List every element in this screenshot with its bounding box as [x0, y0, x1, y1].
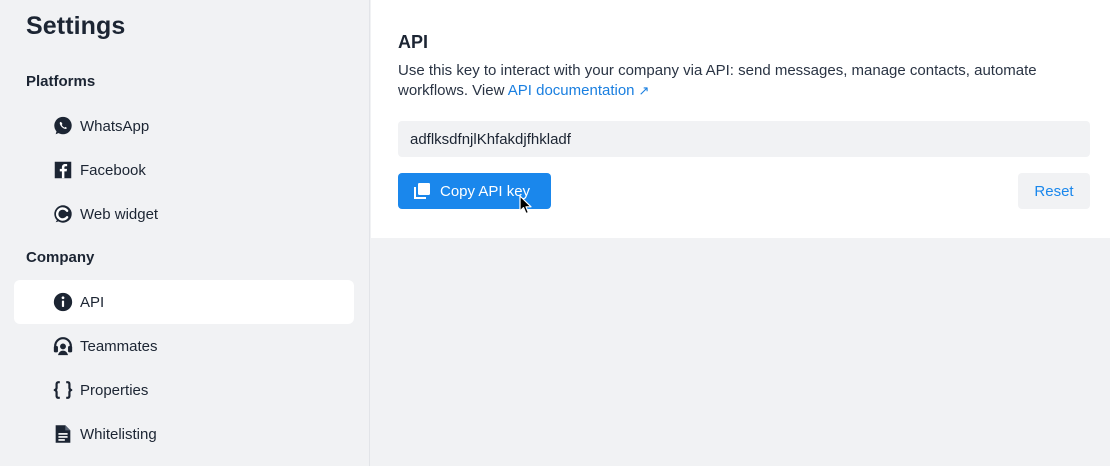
sidebar-item-properties[interactable]: Properties [14, 368, 354, 412]
api-description-text: Use this key to interact with your compa… [398, 62, 1037, 99]
sidebar-item-whitelisting[interactable]: Whitelisting [14, 412, 354, 456]
sidebar-item-facebook[interactable]: Facebook [14, 148, 354, 192]
braces-icon [52, 379, 74, 401]
sidebar-item-label: Web widget [80, 205, 159, 223]
sidebar-item-label: Whitelisting [80, 425, 157, 443]
api-key-field[interactable] [398, 121, 1090, 157]
sidebar-item-label: API [80, 293, 105, 311]
copy-icon [412, 181, 432, 201]
web-widget-icon [52, 203, 74, 225]
sidebar-item-label: Properties [80, 381, 149, 399]
copy-api-key-button[interactable]: Copy API key [398, 173, 551, 209]
api-documentation-link[interactable]: API documentation ↗ [508, 82, 650, 99]
document-icon [52, 423, 74, 445]
sidebar-item-whatsapp[interactable]: WhatsApp [14, 104, 354, 148]
settings-sidebar: Settings Platforms WhatsApp Facebook Web… [0, 0, 370, 466]
sidebar-item-teammates[interactable]: Teammates [14, 324, 354, 368]
sidebar-item-label: Facebook [80, 161, 146, 179]
copy-api-key-label: Copy API key [440, 182, 531, 200]
section-heading-company: Company [26, 249, 95, 266]
info-icon [52, 291, 74, 313]
headset-icon [52, 335, 74, 357]
sidebar-item-api[interactable]: API [14, 280, 354, 324]
api-settings-panel: API Use this key to interact with your c… [371, 0, 1110, 238]
api-description: Use this key to interact with your compa… [398, 61, 1098, 101]
sidebar-title: Settings [26, 12, 126, 40]
facebook-icon [52, 159, 74, 181]
whatsapp-icon [52, 115, 74, 137]
sidebar-item-label: Teammates [80, 337, 158, 355]
external-link-icon: ↗ [638, 83, 650, 98]
sidebar-item-label: WhatsApp [80, 117, 150, 135]
section-heading-platforms: Platforms [26, 73, 96, 90]
page-title: API [398, 32, 429, 52]
api-documentation-link-label: API documentation [507, 82, 635, 99]
sidebar-item-web-widget[interactable]: Web widget [14, 192, 354, 236]
reset-button[interactable]: Reset [1018, 173, 1090, 209]
